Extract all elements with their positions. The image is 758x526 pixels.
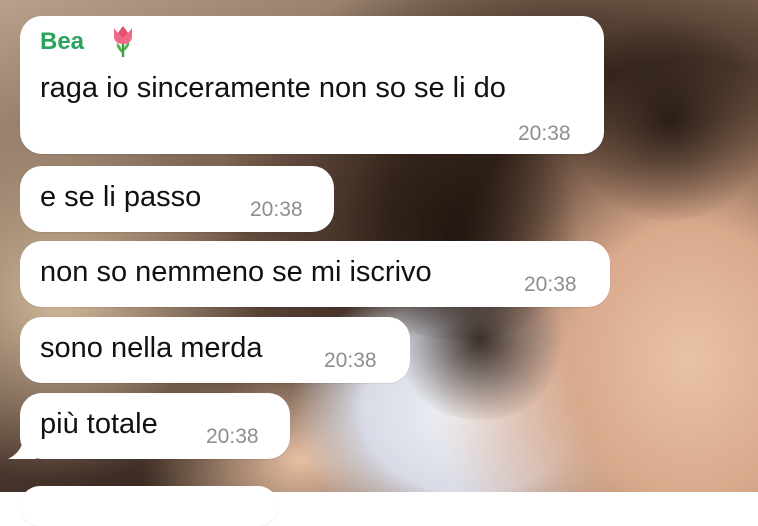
message-bubble[interactable]: sono nella merda 20:38: [20, 317, 410, 383]
message-text: più totale: [40, 408, 158, 440]
message-time: 20:38: [324, 349, 377, 372]
message-bubble[interactable]: non so nemmeno se mi iscrivo 20:38: [20, 241, 610, 307]
tulip-emoji-icon: [114, 26, 132, 57]
message-text: raga io sinceramente non so se li do: [40, 72, 506, 104]
bubble-tail: [8, 432, 36, 459]
message-time: 20:38: [524, 273, 577, 296]
message-text: e se li passo: [40, 181, 202, 213]
sender-name[interactable]: Bea: [40, 28, 84, 56]
message-bubble-partial[interactable]: [20, 486, 278, 526]
message-bubble[interactable]: Bea raga io sinceramente non so se li do…: [20, 16, 604, 154]
message-time: 20:38: [206, 425, 259, 448]
message-text: sono nella merda: [40, 332, 263, 364]
message-bubble[interactable]: e se li passo 20:38: [20, 166, 334, 232]
message-time: 20:38: [250, 198, 303, 221]
message-time: 20:38: [518, 122, 571, 145]
message-bubble[interactable]: più totale 20:38: [20, 393, 290, 459]
message-text: non so nemmeno se mi iscrivo: [40, 256, 432, 288]
